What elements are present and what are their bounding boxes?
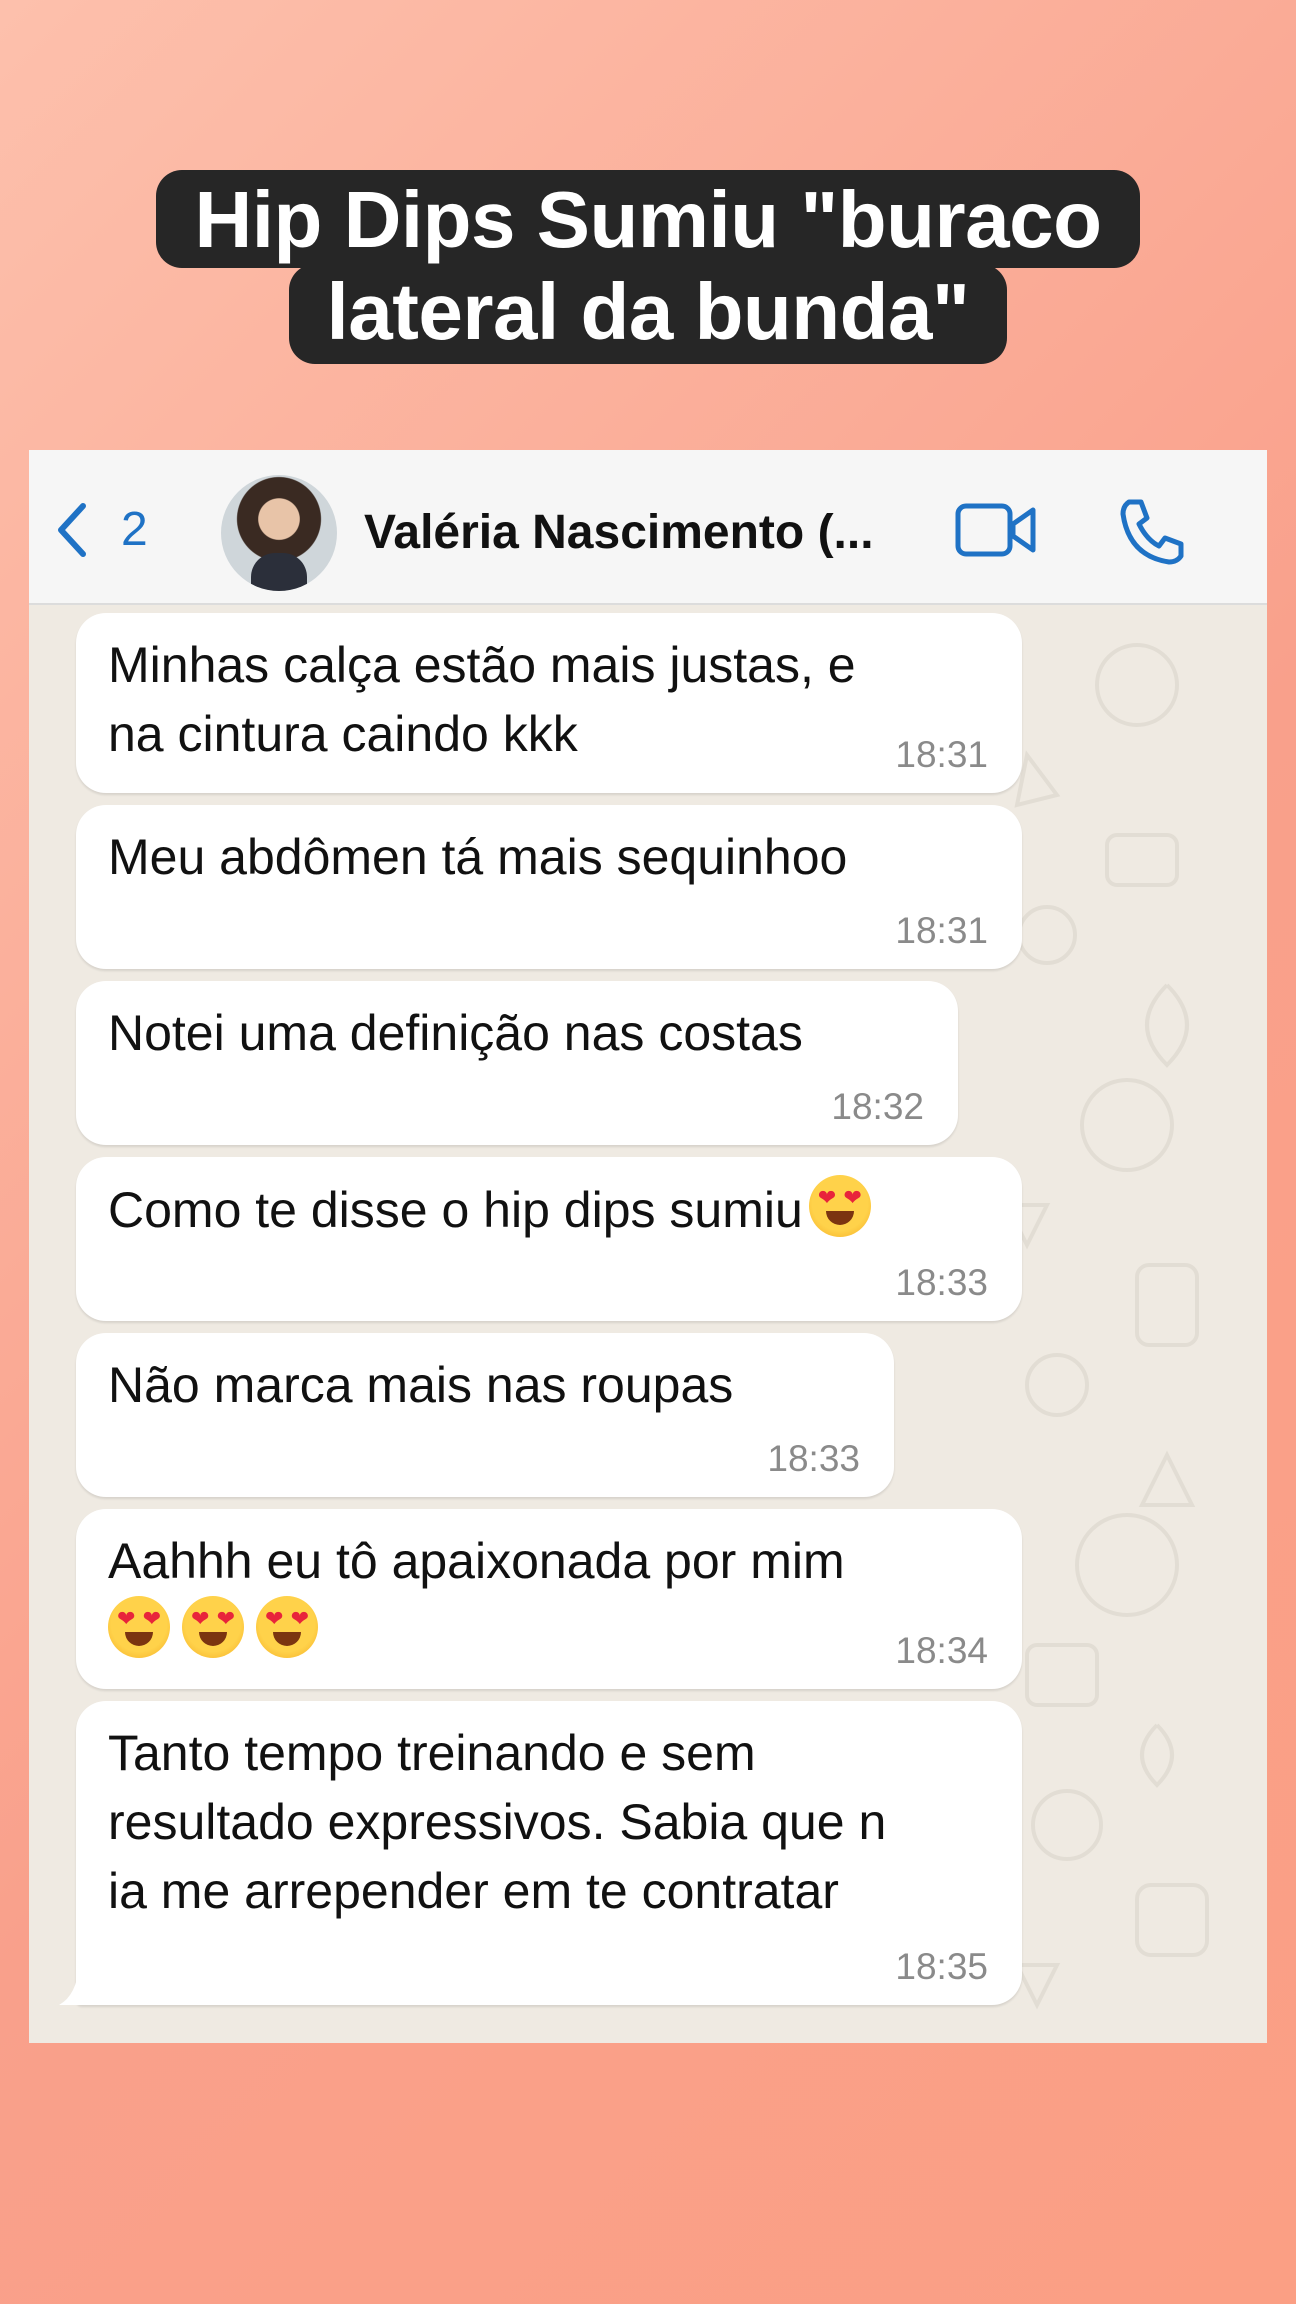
heart-eyes-emoji-icon	[182, 1596, 244, 1658]
message-bubble[interactable]: Tanto tempo treinando e sem resultado ex…	[76, 1701, 1022, 2005]
message-text: Aahhh eu tô apaixonada por mim	[108, 1533, 845, 1589]
chat-header: 2 Valéria Nascimento (...	[29, 450, 1267, 605]
message-time: 18:31	[895, 734, 988, 775]
message-text: Tanto tempo treinando e sem resultado ex…	[108, 1725, 887, 1919]
avatar[interactable]	[221, 475, 337, 591]
heart-eyes-emoji-icon	[108, 1596, 170, 1658]
message-text: Como te disse o hip dips sumiu	[108, 1182, 803, 1238]
message-bubble[interactable]: Meu abdômen tá mais sequinhoo 18:31	[76, 805, 1022, 969]
message-time: 18:31	[895, 910, 988, 951]
message-time: 18:35	[895, 1946, 988, 1987]
unread-count[interactable]: 2	[121, 500, 148, 560]
message-text: Não marca mais nas roupas	[108, 1357, 734, 1413]
message-bubble[interactable]: Não marca mais nas roupas 18:33	[76, 1333, 894, 1497]
chevron-left-icon[interactable]	[53, 500, 93, 560]
bubble-tail	[59, 1965, 97, 2005]
phone-icon[interactable]	[1117, 496, 1187, 566]
message-text-block: Aahhh eu tô apaixonada por mim	[108, 1527, 845, 1666]
heart-eyes-emoji-icon	[256, 1596, 318, 1658]
message-text: Minhas calça estão mais justas, e na cin…	[108, 637, 856, 762]
message-bubble[interactable]: Notei uma definição nas costas 18:32	[76, 981, 958, 1145]
video-call-icon[interactable]	[955, 500, 1037, 560]
message-time: 18:34	[895, 1630, 988, 1671]
message-text: Notei uma definição nas costas	[108, 1005, 803, 1061]
title-banner: Hip Dips Sumiu "buraco lateral da bunda"	[0, 170, 1296, 364]
message-time: 18:33	[895, 1262, 988, 1303]
message-bubble[interactable]: Aahhh eu tô apaixonada por mim 18:34	[76, 1509, 1022, 1689]
message-text-line: Como te disse o hip dips sumiu	[108, 1175, 871, 1245]
message-bubble[interactable]: Como te disse o hip dips sumiu 18:33	[76, 1157, 1022, 1321]
heart-eyes-emoji-icon	[808, 1175, 871, 1237]
message-time: 18:32	[831, 1086, 924, 1127]
chat-screenshot: 2 Valéria Nascimento (... Minhas calça e…	[29, 450, 1267, 2043]
message-time: 18:33	[767, 1438, 860, 1479]
message-text: Meu abdômen tá mais sequinhoo	[108, 829, 848, 885]
message-bubble[interactable]: Minhas calça estão mais justas, e na cin…	[76, 613, 1022, 793]
title-line-2: lateral da bunda"	[288, 264, 1008, 364]
title-line-1: Hip Dips Sumiu "buraco	[156, 170, 1140, 268]
contact-name[interactable]: Valéria Nascimento (...	[364, 505, 874, 561]
